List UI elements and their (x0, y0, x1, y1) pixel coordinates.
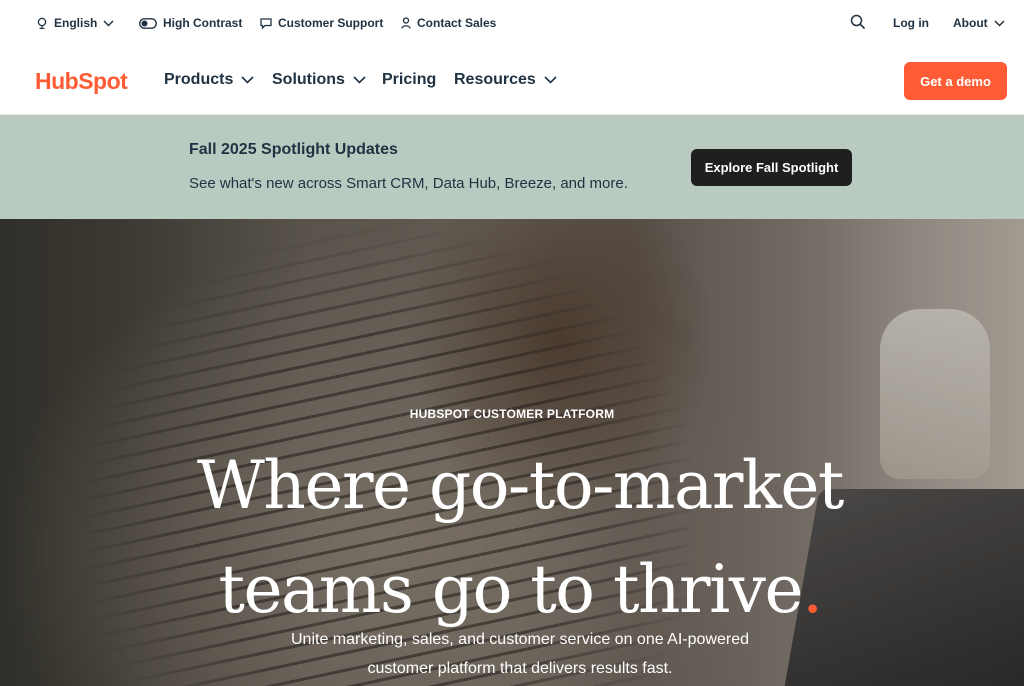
nav-solutions[interactable]: Solutions (272, 71, 366, 89)
globe-icon (36, 17, 48, 29)
language-label: English (54, 16, 98, 30)
about-menu[interactable]: About (953, 15, 1005, 31)
high-contrast-label: High Contrast (163, 16, 243, 30)
hero-headline: Where go-to-market teams go to thrive. (0, 434, 1024, 642)
hero-headline-dot: . (802, 551, 823, 628)
get-a-demo-label: Get a demo (920, 73, 991, 89)
hero-subtext: Unite marketing, sales, and customer ser… (0, 625, 1024, 683)
banner-text: See what's new across Smart CRM, Data Hu… (189, 175, 628, 192)
login-label: Log in (893, 16, 929, 30)
contact-sales-label: Contact Sales (417, 16, 497, 30)
nav-solutions-label: Solutions (272, 71, 345, 88)
nav-resources-label: Resources (454, 71, 536, 88)
banner-title: Fall 2025 Spotlight Updates (189, 141, 398, 158)
chevron-down-icon (353, 71, 366, 89)
high-contrast-toggle[interactable]: High Contrast (139, 15, 242, 31)
login-link[interactable]: Log in (893, 15, 929, 31)
contrast-toggle-icon (139, 17, 157, 29)
about-label: About (953, 16, 988, 30)
chevron-down-icon (241, 71, 254, 89)
hero-subtext-line2: customer platform that delivers results … (367, 660, 673, 677)
main-nav: HubSpot Products Solutions Pricing Resou… (0, 46, 1024, 115)
explore-fall-spotlight-label: Explore Fall Spotlight (704, 160, 839, 175)
customer-support-link[interactable]: Customer Support (260, 15, 383, 31)
hero-subtext-line1: Unite marketing, sales, and customer ser… (290, 631, 749, 648)
hero-section: HUBSPOT CUSTOMER PLATFORM Where go-to-ma… (0, 219, 1024, 686)
nav-products-label: Products (164, 71, 234, 88)
search-button[interactable] (850, 14, 866, 30)
chevron-down-icon (103, 19, 114, 27)
utility-bar: English High Contrast Customer Support C… (0, 0, 1024, 46)
nav-products[interactable]: Products (164, 71, 254, 89)
hero-headline-line1: Where go-to-market (197, 447, 844, 524)
nav-pricing-label: Pricing (382, 71, 437, 88)
hero-eyebrow: HUBSPOT CUSTOMER PLATFORM (409, 407, 615, 421)
hero-headline-line2: teams go to thrive (218, 551, 803, 628)
chevron-down-icon (994, 19, 1005, 27)
explore-fall-spotlight-button[interactable]: Explore Fall Spotlight (691, 149, 852, 186)
customer-support-label: Customer Support (278, 16, 384, 30)
get-a-demo-button[interactable]: Get a demo (904, 62, 1007, 100)
hubspot-logo[interactable]: HubSpot (35, 67, 128, 95)
nav-resources[interactable]: Resources (454, 71, 557, 89)
language-selector[interactable]: English (36, 15, 114, 31)
search-icon (850, 14, 866, 30)
person-icon (401, 17, 411, 29)
chat-icon (260, 17, 272, 29)
nav-pricing[interactable]: Pricing (382, 71, 436, 89)
contact-sales-link[interactable]: Contact Sales (401, 15, 496, 31)
announcement-banner: Fall 2025 Spotlight Updates See what's n… (0, 115, 1024, 219)
logo-text: HubSpot (35, 67, 128, 94)
chevron-down-icon (544, 71, 557, 89)
